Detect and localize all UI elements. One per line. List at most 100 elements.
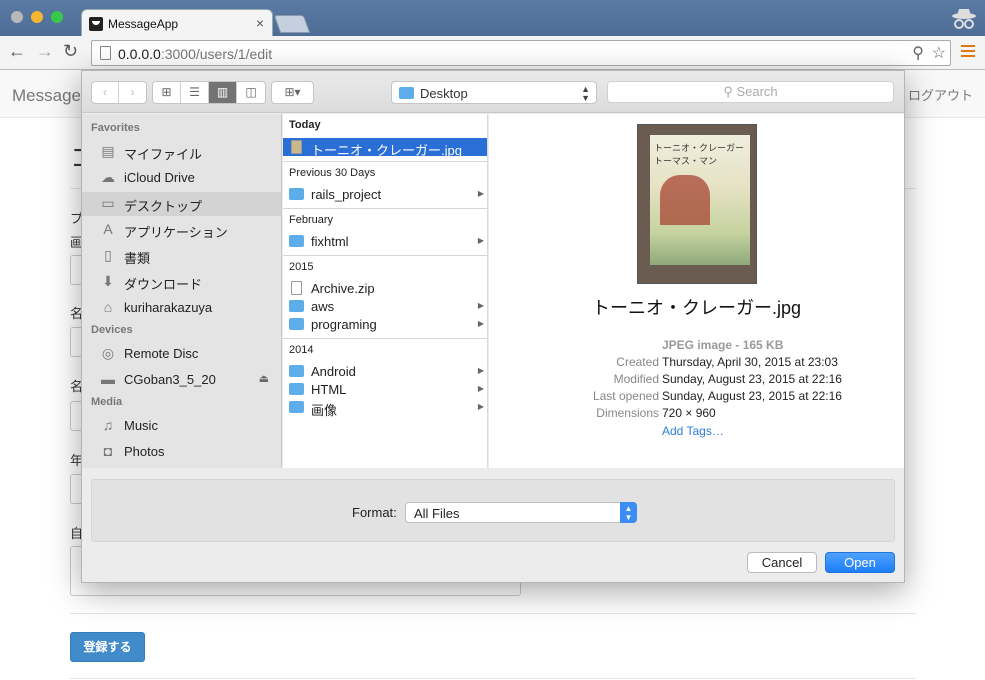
list-view-icon[interactable]: ☰ [181,82,209,103]
meta-key: Last opened [592,389,659,403]
disclosure-arrow-icon: ▶ [477,319,484,328]
documents-icon: ▯ [104,247,112,263]
column-group-header: February [283,208,487,228]
file-list-item[interactable]: トーニオ・クレーガー.jpg [283,138,487,158]
file-list-item[interactable]: 画像 ▶ [283,398,487,418]
divider [70,678,916,679]
cancel-button[interactable]: Cancel [747,552,817,573]
meta-value: Sunday, August 23, 2015 at 22:16 [662,372,842,386]
meta-key: Modified [613,372,659,386]
location-popup[interactable]: Desktop ▲ ▼ [391,81,597,104]
preview-filename: トーニオ・クレーガー.jpg [591,298,802,318]
sidebar-item[interactable]: ▯ 書類 [82,244,281,268]
forward-chevron-icon[interactable]: › [119,82,146,103]
file-name: Archive.zip [311,281,375,296]
column-view-icon[interactable]: ▥ [209,82,237,103]
eject-icon[interactable]: ⏏ [259,372,269,385]
music-icon: ♫ [102,417,114,433]
submit-button[interactable]: 登録する [70,632,145,662]
sidebar-item[interactable]: ⬇ ダウンロード [82,270,281,294]
arrange-grid-icon[interactable]: ⊞▾ [272,82,313,103]
sidebar-item[interactable]: A アプリケーション [82,218,281,242]
format-select[interactable]: All Files ▲ ▼ [405,502,637,523]
zoom-window-button[interactable] [51,11,63,23]
file-list-item[interactable]: HTML ▶ [283,380,487,398]
file-list-item[interactable]: rails_project ▶ [283,185,487,203]
sidebar-section-header: Media [91,396,123,408]
new-tab-button[interactable] [273,15,311,33]
folder-icon [399,87,414,99]
file-list-item[interactable]: programing ▶ [283,315,487,333]
address-bar[interactable]: 0.0.0.0:3000/users/1/edit ⚲ ☆ [91,40,951,66]
file-list-item[interactable]: fixhtml ▶ [283,232,487,250]
page-icon [100,46,111,60]
file-icon [291,281,302,295]
folder-icon [289,235,304,247]
column-group-header: 2015 [283,255,487,275]
file-preview: トーニオ・クレーガー トーマス・マン トーニオ・クレーガー.jpg JPEG im… [489,114,904,468]
all-files-icon: ▤ [101,143,115,159]
view-mode-control: ⊞ ☰ ▥ ◫ [152,81,266,104]
cover-flow-icon[interactable]: ◫ [237,82,265,103]
open-button[interactable]: Open [825,552,895,573]
tab-close-icon[interactable]: × [256,15,264,31]
format-value: All Files [414,506,460,521]
file-list-item[interactable]: Android ▶ [283,362,487,380]
zoom-icon[interactable]: ⚲ [912,43,924,63]
file-name: HTML [311,382,347,397]
folder-icon [289,318,304,330]
icon-view-icon[interactable]: ⊞ [153,82,181,103]
file-name: Android [311,364,356,379]
logout-link[interactable]: ログアウト [908,85,973,104]
sidebar-item[interactable]: ▤ マイファイル [82,140,281,164]
file-list-item[interactable]: aws ▶ [283,297,487,315]
tab-title: MessageApp [108,17,179,31]
sidebar-item[interactable]: ☁ iCloud Drive [82,166,281,190]
chrome-menu-icon[interactable] [961,45,975,60]
close-window-button[interactable] [11,11,23,23]
dialog-sidebar: Favorites ▤ マイファイル ☁ iCloud Drive ▭ デスクトップ A アプリ… [82,114,282,468]
disclosure-arrow-icon: ▶ [477,366,484,375]
url-text: 0.0.0.0:3000/users/1/edit [118,46,273,62]
bookmark-star-icon[interactable]: ☆ [932,43,946,63]
sidebar-item[interactable]: ▬ CGoban3_5_20 ⏏ [82,368,281,392]
sidebar-item[interactable]: ▭ デスクトップ [82,192,281,216]
add-tags-link[interactable]: Add Tags… [662,424,724,438]
disclosure-arrow-icon: ▶ [477,301,484,310]
disclosure-arrow-icon: ▶ [477,402,484,411]
desktop-icon: ▭ [101,195,115,211]
folder-icon [289,188,304,200]
meta-value: Thursday, April 30, 2015 at 23:03 [662,355,838,369]
sidebar-item[interactable]: ◘ Photos [82,440,281,464]
file-list-item[interactable]: Archive.zip [283,279,487,297]
forward-arrow-icon[interactable]: → [36,41,54,62]
sidebar-item[interactable]: ♫ Music [82,414,281,438]
folder-icon [289,365,304,377]
dialog-toolbar: ‹ › ⊞ ☰ ▥ ◫ ⊞▾ Desktop ▲ ▼ ⚲ Search [82,71,904,113]
browser-tab[interactable]: MessageApp × [81,9,273,37]
sidebar-item-label: 書類 [124,251,151,266]
column-group-header: Today [289,119,321,131]
app-brand[interactable]: Message- [12,86,87,106]
reload-icon[interactable]: ↻ [63,41,78,62]
sidebar-item-label: Photos [124,444,165,459]
minimize-window-button[interactable] [31,11,43,23]
search-field[interactable]: ⚲ Search [607,81,894,103]
search-placeholder: Search [736,84,778,99]
sidebar-item[interactable]: ⌂ kuriharakazuya [82,296,281,320]
meta-value: 720 × 960 [662,406,716,420]
options-panel: Format: All Files ▲ ▼ [91,479,895,542]
sidebar-section-header: Favorites [91,122,140,134]
column-group-header: 2014 [283,338,487,358]
file-name: トーニオ・クレーガー.jpg [311,143,462,158]
history-nav: ‹ › [91,81,147,104]
file-name: fixhtml [311,234,349,249]
folder-icon [289,383,304,395]
file-name: rails_project [311,187,382,202]
search-icon: ⚲ [723,84,733,99]
sidebar-item[interactable]: ◎ Remote Disc [82,342,281,366]
sidebar-item-label: CGoban3_5_20 [124,372,216,387]
back-chevron-icon[interactable]: ‹ [92,82,120,103]
back-arrow-icon[interactable]: ← [8,41,26,62]
drive-icon: ▬ [101,371,115,387]
